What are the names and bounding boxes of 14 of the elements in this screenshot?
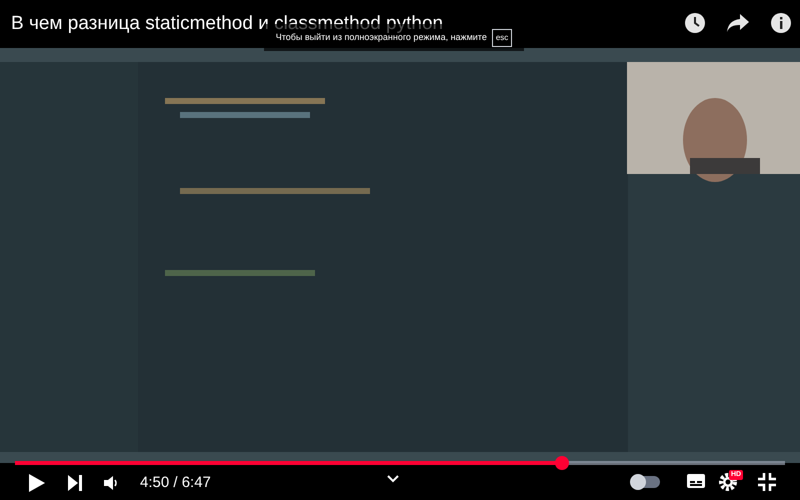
next-icon[interactable]: [68, 475, 82, 492]
share-icon[interactable]: [727, 14, 749, 32]
video-title: В чем разница staticmethod и classmethod python: [11, 12, 444, 34]
volume-icon[interactable]: [104, 476, 118, 490]
clock-icon[interactable]: [684, 12, 706, 34]
autoplay-toggle[interactable]: [632, 476, 660, 488]
play-icon[interactable]: [28, 473, 46, 494]
hint-text: Чтобы выйти из полноэкранного режима, нажмите: [276, 32, 487, 44]
exit-fullscreen-icon[interactable]: [758, 473, 776, 491]
info-icon[interactable]: [770, 12, 792, 34]
time-display: 4:50 / 6:47: [140, 473, 211, 493]
subtitles-icon[interactable]: [687, 474, 705, 488]
chevron-down-icon[interactable]: [387, 475, 399, 483]
esc-key: esc: [492, 28, 512, 46]
